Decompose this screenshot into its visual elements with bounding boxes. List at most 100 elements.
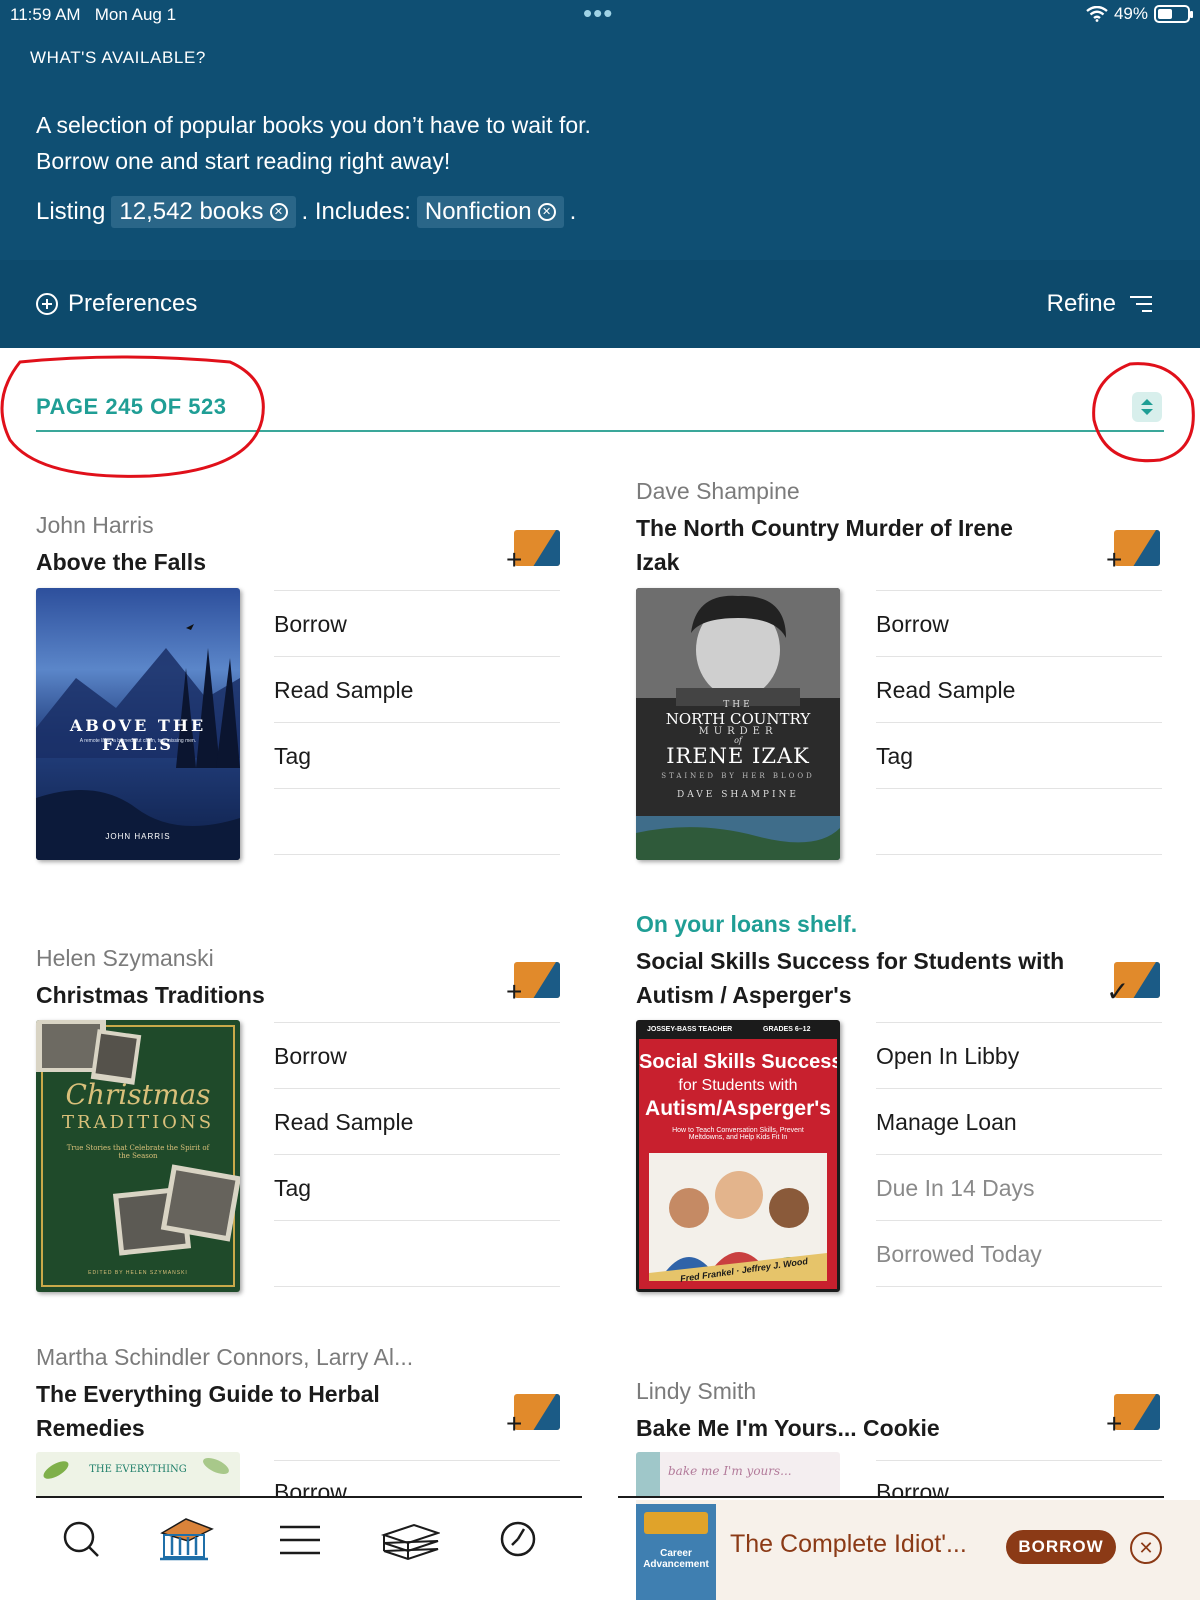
book-cover[interactable]: ABOVE THE FALLS A remote lake, a burned-…: [36, 588, 240, 860]
search-icon[interactable]: [52, 1515, 112, 1565]
preferences-button[interactable]: Preferences: [36, 290, 197, 318]
battery-indicator: 49%: [1086, 4, 1193, 24]
cover-title-2: for Students with: [678, 1077, 798, 1094]
refine-button[interactable]: Refine: [1047, 290, 1152, 318]
library-icon[interactable]: [156, 1515, 216, 1565]
menu-icon[interactable]: [270, 1515, 330, 1565]
now-playing-cover[interactable]: Career Advancement: [636, 1504, 716, 1600]
cover-title-1: Social Skills Success: [639, 1051, 840, 1073]
action-divider: [274, 854, 560, 875]
listing-prefix: Listing: [36, 198, 106, 225]
action-divider: [274, 1286, 560, 1307]
book-cover[interactable]: THE EVERYTHING: [36, 1452, 240, 1496]
cover-title-3: Autism/Asperger's: [645, 1097, 831, 1120]
cover-subtitle: A remote lake, a burned-out cabin, two m…: [79, 738, 197, 744]
status-time: 11:59 AM Mon Aug 1: [10, 5, 177, 24]
cover-grades: GRADES 6–12: [763, 1026, 811, 1033]
shelf-icon[interactable]: [380, 1515, 440, 1565]
add-tag-icon[interactable]: +: [1106, 530, 1160, 574]
action-spacer: [876, 788, 1162, 854]
preferences-label: Preferences: [68, 290, 198, 317]
cover-title-top: THE: [723, 700, 753, 710]
borrow-button[interactable]: Borrow: [876, 1460, 1162, 1505]
cover-subtitle: How to Teach Conversation Skills, Preven…: [672, 1127, 804, 1141]
listing-count: 12,542 books: [119, 198, 264, 225]
page-jump-icon[interactable]: [1132, 392, 1162, 422]
close-icon[interactable]: ✕: [1130, 1532, 1162, 1564]
book-cover[interactable]: bake me I'm yours...: [636, 1452, 840, 1496]
book-cover[interactable]: Christmas TRADITIONS True Stories that C…: [36, 1020, 240, 1292]
read-sample-button[interactable]: Read Sample: [876, 656, 1162, 722]
filter-lines-icon: [1130, 295, 1152, 313]
add-tag-icon[interactable]: +: [506, 962, 560, 1006]
cover-author: JOHN HARRIS: [105, 832, 171, 841]
page-divider: [36, 430, 1164, 432]
tagged-check-icon[interactable]: ✓: [1106, 962, 1160, 1006]
book-title[interactable]: The North Country Murder of Irene Izak: [636, 511, 1036, 579]
tag-button[interactable]: Tag: [274, 722, 560, 788]
cover-title-1: Christmas: [65, 1078, 211, 1111]
nav-divider: [618, 1496, 1164, 1498]
action-spacer: [274, 788, 560, 854]
battery-icon: [1154, 5, 1193, 23]
cover-title-2: TRADITIONS: [61, 1112, 215, 1133]
read-sample-button[interactable]: Read Sample: [274, 656, 560, 722]
add-tag-icon[interactable]: +: [1106, 1394, 1160, 1438]
add-tag-icon[interactable]: +: [506, 1394, 560, 1438]
page-indicator[interactable]: PAGE 245 OF 523: [36, 394, 227, 420]
listing-count-chip[interactable]: 12,542 books ✕: [111, 196, 296, 228]
read-sample-button[interactable]: Read Sample: [274, 1088, 560, 1154]
action-divider: [876, 854, 1162, 875]
open-in-libby-button[interactable]: Open In Libby: [876, 1022, 1162, 1088]
cover-publisher: JOSSEY-BASS TEACHER: [647, 1026, 733, 1033]
book-author[interactable]: Dave Shampine: [636, 478, 800, 505]
manage-loan-button[interactable]: Manage Loan: [876, 1088, 1162, 1154]
book-title[interactable]: Christmas Traditions: [36, 978, 476, 1012]
header: 11:59 AM Mon Aug 1 ••• 49% WHAT'S AVAILA…: [0, 0, 1200, 348]
cover-title-4: IRENE IZAK: [666, 744, 810, 768]
filter-chip-nonfiction[interactable]: Nonfiction ✕: [416, 196, 564, 228]
remove-filter-icon[interactable]: ✕: [537, 203, 556, 221]
listing-summary: Listing 12,542 books ✕ . Includes: Nonfi…: [36, 196, 576, 228]
cover-author: EDITED BY HELEN SZYMANSKI: [88, 1270, 188, 1276]
cover-banner: [644, 1512, 708, 1534]
book-title[interactable]: Social Skills Success for Students with …: [636, 944, 1066, 1012]
borrow-button[interactable]: Borrow: [274, 590, 560, 656]
book-cover[interactable]: JOSSEY-BASS TEACHER GRADES 6–12 Social S…: [636, 1020, 840, 1292]
remove-icon[interactable]: ✕: [269, 203, 288, 221]
book-title[interactable]: Above the Falls: [36, 545, 476, 579]
book-author[interactable]: Helen Szymanski: [36, 945, 214, 972]
preferences-bar: Preferences Refine: [0, 260, 1200, 348]
refine-label: Refine: [1046, 290, 1116, 317]
book-author[interactable]: John Harris: [36, 512, 154, 539]
cover-stripe: [636, 1452, 660, 1496]
book-title[interactable]: Bake Me I'm Yours... Cookie: [636, 1411, 1076, 1445]
cover-title: bake me I'm yours...: [668, 1464, 792, 1478]
add-circle-icon: [36, 293, 58, 315]
status-bar: 11:59 AM Mon Aug 1 ••• 49%: [0, 0, 1200, 32]
tag-button[interactable]: Tag: [274, 1154, 560, 1220]
multitask-dots-icon[interactable]: •••: [583, 0, 613, 26]
add-tag-icon[interactable]: +: [506, 530, 560, 574]
includes-suffix: .: [569, 198, 577, 225]
timeline-icon[interactable]: [488, 1515, 548, 1565]
borrow-button[interactable]: Borrow: [876, 590, 1162, 656]
book-author[interactable]: Lindy Smith: [636, 1378, 756, 1405]
description-line-2: Borrow one and start reading right away!: [36, 148, 451, 174]
section-title: WHAT'S AVAILABLE?: [30, 48, 206, 67]
book-title[interactable]: The Everything Guide to Herbal Remedies: [36, 1377, 476, 1445]
tag-button[interactable]: Tag: [876, 722, 1162, 788]
action-divider: [876, 1286, 1162, 1307]
loan-status: On your loans shelf.: [636, 911, 858, 937]
book-cover[interactable]: THE NORTH COUNTRY MURDER of IRENE IZAK S…: [636, 588, 840, 860]
book-author[interactable]: Martha Schindler Connors, Larry Al...: [36, 1344, 413, 1371]
cover-subtitle: True Stories that Celebrate the Spirit o…: [66, 1144, 210, 1160]
action-spacer: [274, 1220, 560, 1286]
borrow-button[interactable]: Borrow: [274, 1022, 560, 1088]
borrow-button[interactable]: BORROW: [1006, 1530, 1116, 1564]
cover-title: THE EVERYTHING: [89, 1464, 187, 1475]
borrow-button[interactable]: Borrow: [274, 1460, 560, 1505]
now-playing-title[interactable]: The Complete Idiot'...: [730, 1530, 967, 1559]
wifi-icon: [1086, 6, 1108, 22]
filter-label: Nonfiction: [424, 198, 532, 225]
